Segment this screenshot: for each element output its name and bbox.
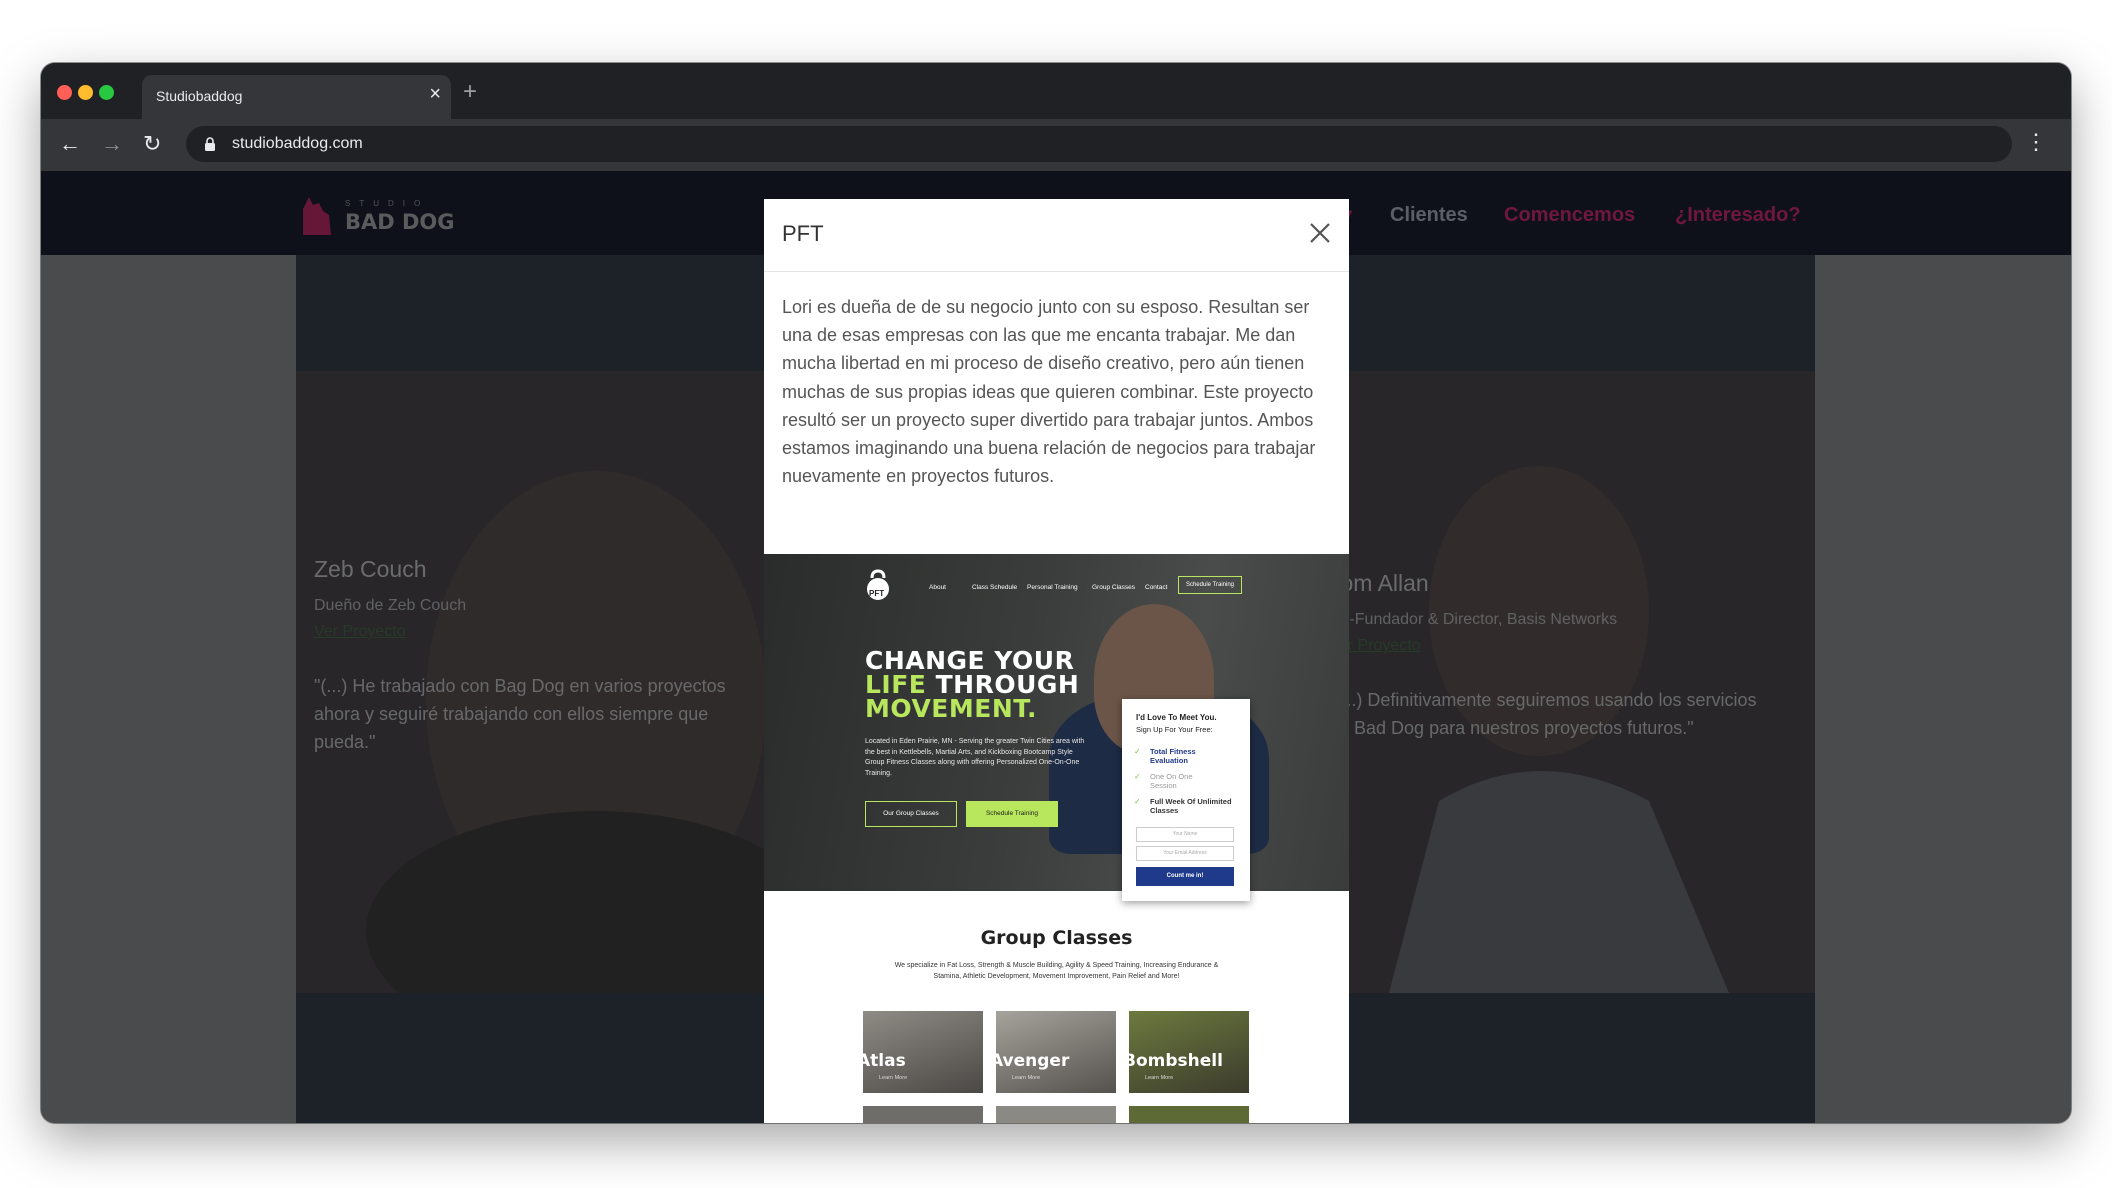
pft-signup-form: I'd Love To Meet You. Sign Up For Your F…	[1122, 699, 1250, 901]
modal-description: Lori es dueña de de su negocio junto con…	[782, 297, 1316, 487]
pft-nav-contact[interactable]: Contact	[1145, 584, 1167, 591]
tab-close-icon[interactable]: ×	[429, 84, 441, 104]
class-name: Avenger	[996, 1051, 1070, 1071]
pft-nav-personal[interactable]: Personal Training	[1027, 584, 1078, 591]
form-item: One On One Session	[1150, 772, 1193, 790]
back-button[interactable]: ←	[59, 131, 81, 157]
pft-logo-text: PFT	[869, 589, 885, 598]
check-icon: ✓	[1134, 797, 1141, 806]
address-bar[interactable]: studiobaddog.com	[186, 126, 2012, 162]
pft-hero-text: Located in Eden Prairie, MN - Serving th…	[865, 738, 1085, 777]
pft-group-classes-button[interactable]: Our Group Classes	[865, 801, 957, 827]
form-submit-button[interactable]: Count me in!	[1136, 867, 1234, 886]
close-window-button[interactable]	[57, 85, 72, 100]
maximize-window-button[interactable]	[99, 85, 114, 100]
browser-toolbar: ← → ↻ studiobaddog.com ⋮	[41, 119, 2071, 171]
form-item: Full Week Of Unlimited Classes	[1150, 797, 1232, 815]
check-icon: ✓	[1134, 772, 1141, 781]
url-text: studiobaddog.com	[232, 135, 363, 152]
pft-nav-about[interactable]: About	[929, 584, 946, 591]
class-card-atlas[interactable]: Atlas Learn More	[863, 1011, 983, 1093]
form-subtitle: Sign Up For Your Free:	[1136, 725, 1213, 734]
class-name: Bombshell	[1129, 1051, 1223, 1071]
minimize-window-button[interactable]	[78, 85, 93, 100]
class-card-partial	[1129, 1106, 1249, 1123]
close-icon[interactable]	[1308, 221, 1332, 245]
browser-tab[interactable]: Studiobaddog ×	[142, 75, 451, 119]
project-modal: PFT Lori es dueña de de su negocio junto…	[764, 199, 1349, 1123]
class-card-partial	[996, 1106, 1116, 1123]
browser-window: Studiobaddog × + ← → ↻ studiobaddog.com …	[41, 63, 2071, 1123]
pft-nav-group[interactable]: Group Classes	[1092, 584, 1135, 591]
modal-title: PFT	[782, 221, 824, 246]
form-email-input[interactable]: Your Email Address	[1136, 846, 1234, 861]
forward-button[interactable]: →	[101, 131, 123, 157]
pft-hero: PFT About Class Schedule Personal Traini…	[764, 554, 1349, 901]
class-learn-more[interactable]: Learn More	[1145, 1075, 1173, 1081]
pft-schedule-training-button[interactable]: Schedule Training	[966, 801, 1058, 827]
pft-headline-line-3: MOVEMENT.	[865, 694, 1038, 723]
tab-title: Studiobaddog	[156, 88, 243, 104]
page-viewport: STUDIO BAD DOG ▾ Clientes Comencemos ¿In…	[41, 171, 2071, 1123]
tab-strip: Studiobaddog × +	[41, 63, 2071, 119]
class-learn-more[interactable]: Learn More	[879, 1075, 907, 1081]
reload-button[interactable]: ↻	[143, 131, 161, 157]
pft-nav-schedule[interactable]: Class Schedule	[972, 584, 1017, 591]
class-learn-more[interactable]: Learn More	[1012, 1075, 1040, 1081]
lock-icon	[205, 137, 215, 151]
class-name: Atlas	[863, 1051, 906, 1071]
group-classes-title: Group Classes	[980, 927, 1133, 949]
project-screenshot: PFT About Class Schedule Personal Traini…	[764, 554, 1349, 1123]
form-item: Total Fitness Evaluation	[1150, 747, 1196, 765]
group-classes-text: We specialize in Fat Loss, Strength & Mu…	[894, 962, 1219, 980]
check-icon: ✓	[1134, 747, 1141, 756]
form-name-input[interactable]: Your Name	[1136, 827, 1234, 842]
class-card-partial	[863, 1106, 983, 1123]
browser-menu-icon[interactable]: ⋮	[2025, 129, 2047, 155]
class-card-bombshell[interactable]: Bombshell Learn More	[1129, 1011, 1249, 1093]
pft-nav-schedule-button[interactable]: Schedule Training	[1178, 576, 1242, 594]
modal-header: PFT	[764, 199, 1349, 272]
class-card-avenger[interactable]: Avenger Learn More	[996, 1011, 1116, 1093]
form-title: I'd Love To Meet You.	[1136, 713, 1217, 722]
new-tab-button[interactable]: +	[463, 80, 477, 104]
